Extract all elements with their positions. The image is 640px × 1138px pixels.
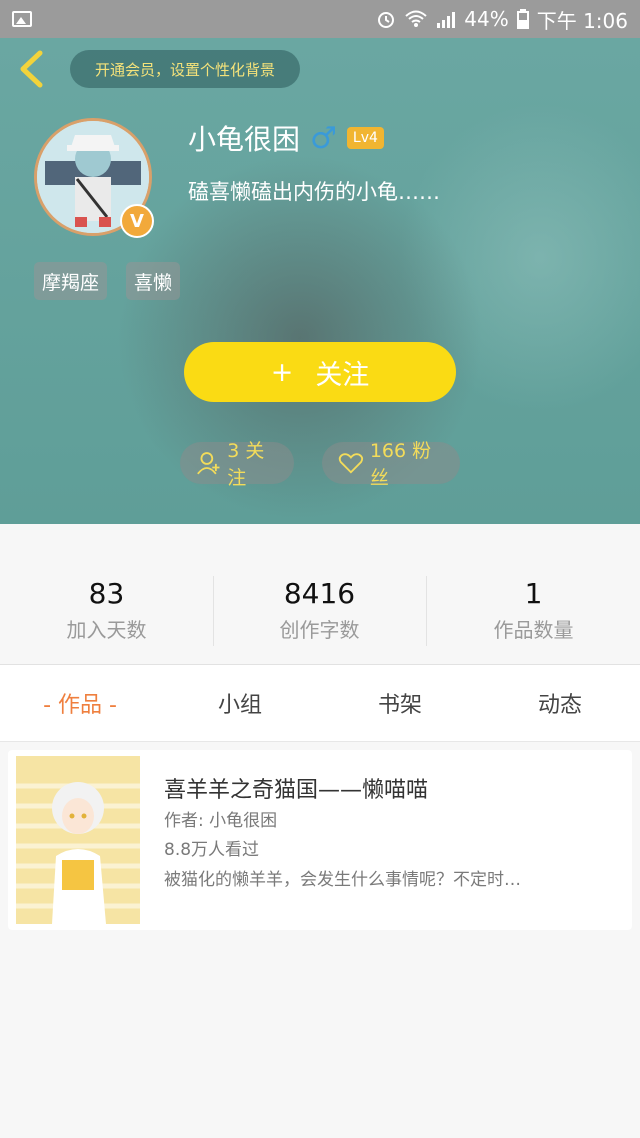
following-count: 3 关注 [227,440,265,489]
stats-panel: 83 加入天数 8416 创作字数 1 作品数量 [0,524,640,665]
alarm-icon [378,12,395,28]
profile-tabs: - 作品 - 小组 书架 动态 [0,665,640,742]
following-count-button[interactable]: 3 关注 [180,440,294,489]
book-cover [16,756,140,924]
work-description: 被猫化的懒羊羊，会发生什么事情呢？不定时… [164,870,521,890]
profile-header: 开通会员，设置个性化背景 V 小龟很困 ♂ Lv4 磕喜懒磕出内伤的小龟…… 摩… [0,38,640,524]
stat-value: 1 [524,577,543,610]
work-list-item[interactable]: 喜羊羊之奇猫国——懒喵喵 作者: 小龟很困 8.8万人看过 被猫化的懒羊羊，会发… [8,750,632,930]
status-bar: 44% 下午 1:06 [0,0,640,38]
follow-label: 关注 [315,359,370,391]
bio: 磕喜懒磕出内伤的小龟…… [188,180,440,204]
tab-works[interactable]: - 作品 - [0,665,160,741]
tab-groups[interactable]: 小组 [160,665,320,741]
username: 小龟很困 [188,123,301,156]
vip-background-banner[interactable]: 开通会员，设置个性化背景 [70,50,300,88]
stat-value: 8416 [283,577,356,610]
username-row: 小龟很困 ♂ Lv4 [188,118,384,158]
status-right: 44% 下午 1:06 [376,5,628,34]
tab-bookshelf[interactable]: 书架 [320,665,480,741]
clock: 下午 1:06 [536,8,628,33]
verified-badge: V [120,204,154,238]
stat-label: 创作字数 [279,618,360,642]
user-add-icon [197,452,220,475]
signal-icon [437,12,456,28]
stat-word-count: 8416 创作字数 [213,576,426,643]
battery-percent: 44% [464,7,509,31]
plus-icon: + [270,356,294,388]
stat-label: 加入天数 [66,618,147,642]
wifi-icon [405,10,427,27]
tag-zodiac: 摩羯座 [34,262,108,300]
work-author: 作者: 小龟很困 [164,811,278,831]
level-badge: Lv4 [346,127,384,149]
stat-label: 作品数量 [493,618,574,642]
male-gender-icon: ♂ [310,120,337,156]
stat-works-count: 1 作品数量 [427,576,640,643]
stat-join-days: 83 加入天数 [0,576,213,643]
back-button[interactable] [14,50,48,88]
battery-icon [516,9,529,29]
book-cover-image [16,756,140,924]
fans-count: 166 粉丝 [369,440,432,489]
stat-value: 83 [88,577,125,610]
work-title: 喜羊羊之奇猫国——懒喵喵 [164,778,429,803]
gallery-notification-icon [12,11,32,27]
tab-activity[interactable]: 动态 [480,665,640,741]
heart-icon [338,453,364,474]
work-views: 8.8万人看过 [164,840,260,860]
chevron-left-icon [20,50,43,88]
tag-interest: 喜懒 [126,262,181,300]
fans-count-button[interactable]: 166 粉丝 [322,440,460,489]
follow-button[interactable]: + 关注 [184,342,456,402]
